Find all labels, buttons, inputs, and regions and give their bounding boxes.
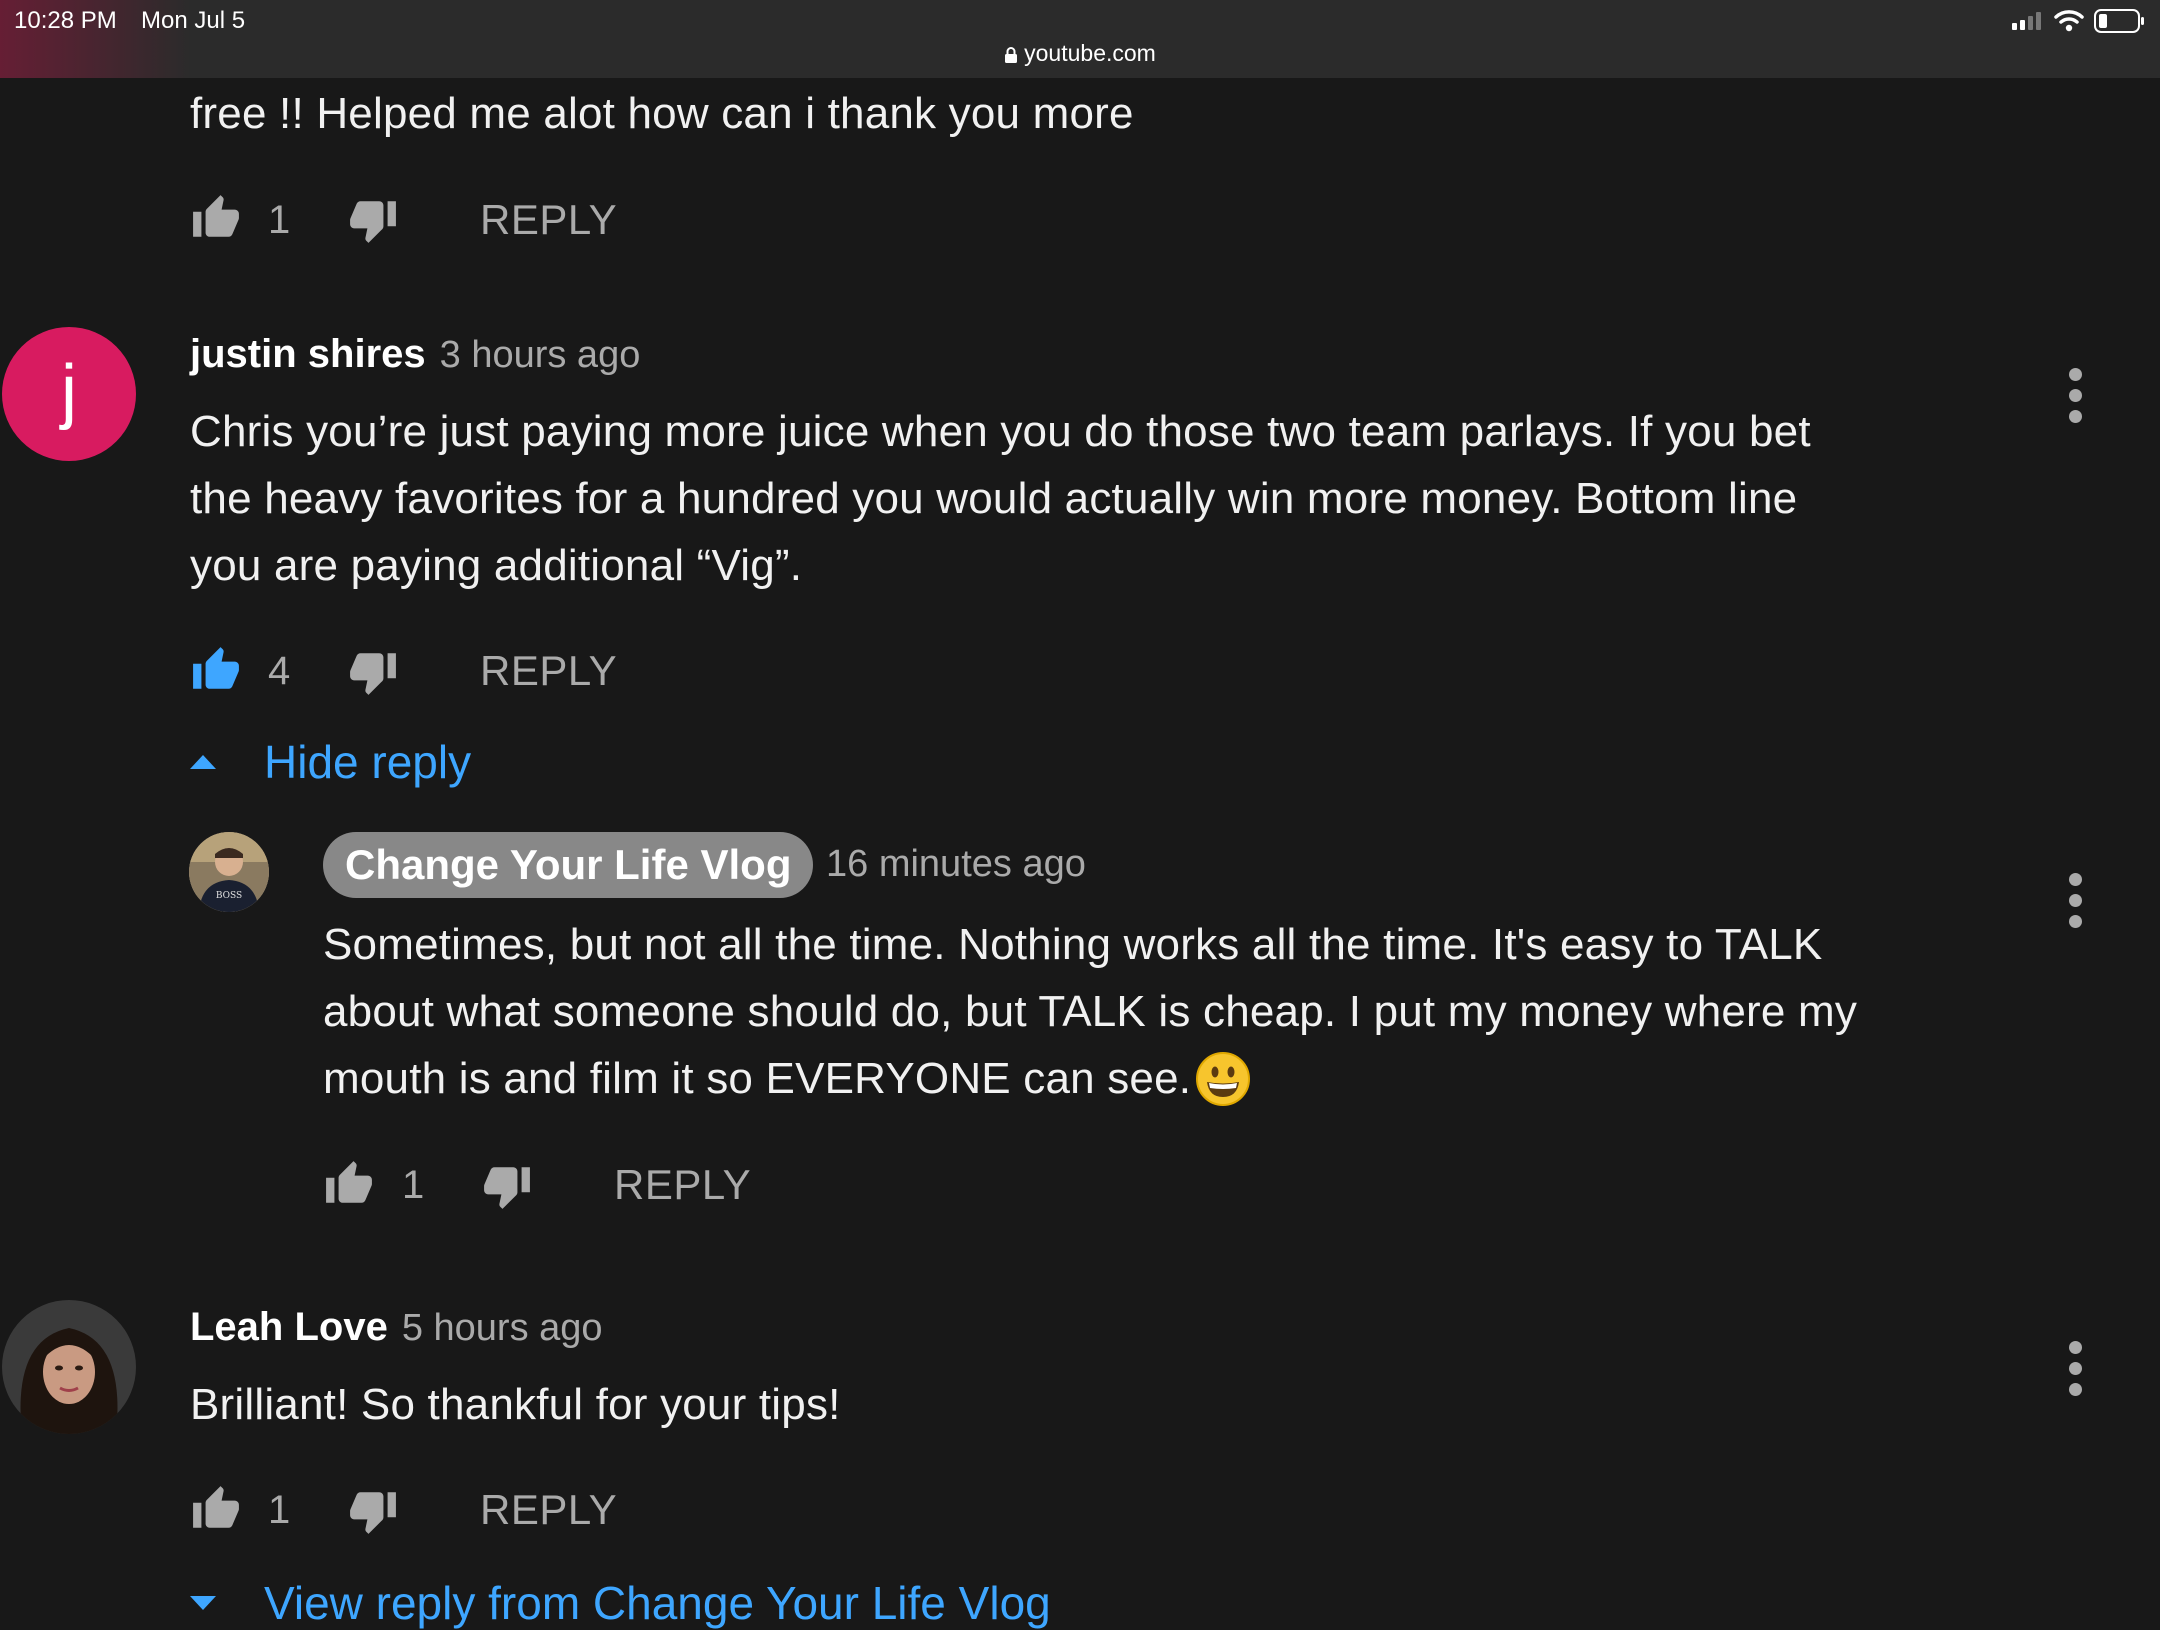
avatar-image (2, 1300, 136, 1434)
hide-reply-label: Hide reply (264, 736, 472, 788)
dot-icon (2069, 1362, 2082, 1375)
like-count: 4 (268, 649, 291, 693)
reply-text-line: Sometimes, but not all the time. Nothing… (323, 920, 1823, 969)
comment-header: justin shires 3 hours ago (190, 332, 640, 377)
more-options-button[interactable] (2069, 873, 2083, 936)
caret-down-icon (190, 1596, 216, 1610)
status-bar: 10:28 PM Mon Jul 5 youtube.com (0, 0, 2160, 78)
url-text: youtube.com (1024, 40, 1156, 66)
wifi-icon (2054, 10, 2084, 32)
comment-author[interactable]: Leah Love (190, 1305, 388, 1350)
like-count: 1 (402, 1163, 425, 1207)
dot-icon (2069, 410, 2082, 423)
svg-text:BOSS: BOSS (216, 891, 242, 901)
dislike-button[interactable] (347, 1486, 399, 1541)
dot-icon (2069, 389, 2082, 402)
status-icons (2012, 9, 2146, 33)
status-time: 10:28 PM (14, 7, 117, 34)
comment-time[interactable]: 3 hours ago (440, 334, 641, 377)
creator-badge[interactable]: Change Your Life Vlog (323, 832, 814, 898)
like-button[interactable] (190, 193, 242, 248)
creator-avatar-image: BOSS (189, 832, 269, 912)
caret-up-icon (190, 755, 216, 769)
dot-icon (2069, 915, 2082, 928)
thumbs-up-icon (326, 1161, 372, 1203)
reply-time[interactable]: 16 minutes ago (826, 843, 1086, 886)
reply-text-line: about what someone should do, but TALK i… (323, 987, 1858, 1036)
thumbs-up-icon (193, 647, 239, 689)
grinning-face-emoji-icon (1196, 1051, 1251, 1106)
view-replies-toggle[interactable]: View reply from Change Your Life Vlog (188, 1576, 1051, 1630)
like-button[interactable] (190, 1484, 242, 1539)
dislike-button[interactable] (481, 1161, 533, 1216)
like-button[interactable] (190, 645, 242, 700)
comment-text-line: you are paying additional “Vig”. (190, 541, 803, 590)
comment-time[interactable]: 5 hours ago (402, 1307, 603, 1350)
comment-author[interactable]: justin shires (190, 332, 426, 377)
comment-text: Chris you’re just paying more juice when… (190, 398, 2040, 599)
hide-replies-toggle[interactable]: Hide reply (188, 735, 471, 789)
thumbs-down-icon (484, 1167, 530, 1209)
status-date: Mon Jul 5 (141, 7, 246, 34)
like-count: 1 (268, 1488, 291, 1532)
dislike-button[interactable] (347, 195, 399, 250)
dot-icon (2069, 368, 2082, 381)
cellular-signal-icon (2012, 12, 2041, 30)
thumbs-down-icon (350, 201, 396, 243)
avatar[interactable] (2, 1300, 136, 1434)
thumbs-down-icon (350, 653, 396, 695)
thumbs-up-icon (193, 195, 239, 237)
thumbs-up-icon (193, 1486, 239, 1528)
avatar[interactable]: j (2, 327, 136, 461)
comment-text-line: Chris you’re just paying more juice when… (190, 407, 1811, 456)
comment-text-line: the heavy favorites for a hundred you wo… (190, 474, 1798, 523)
dot-icon (2069, 1383, 2082, 1396)
battery-icon (2094, 9, 2144, 33)
dislike-button[interactable] (347, 647, 399, 702)
reply-button[interactable]: REPLY (614, 1161, 751, 1209)
reply-text-line: mouth is and film it so EVERYONE can see… (323, 1045, 2043, 1112)
reply-text: Sometimes, but not all the time. Nothing… (323, 911, 2043, 1112)
dot-icon (2069, 873, 2082, 886)
more-options-button[interactable] (2069, 1341, 2083, 1404)
like-count: 1 (268, 198, 291, 242)
reply-text-line-content: mouth is and film it so EVERYONE can see… (323, 1054, 1192, 1103)
reply-button[interactable]: REPLY (480, 196, 617, 244)
reply-button[interactable]: REPLY (480, 647, 617, 695)
address-bar[interactable]: youtube.com (0, 40, 2160, 67)
more-options-button[interactable] (2069, 368, 2083, 431)
dot-icon (2069, 894, 2082, 907)
thumbs-down-icon (350, 1492, 396, 1534)
creator-avatar[interactable]: BOSS (189, 832, 269, 912)
comment-text: free !! Helped me alot how can i thank y… (190, 89, 1134, 138)
reply-button[interactable]: REPLY (480, 1486, 617, 1534)
avatar-letter: j (2, 327, 136, 461)
comment-header: Leah Love 5 hours ago (190, 1305, 603, 1350)
like-button[interactable] (323, 1159, 375, 1214)
dot-icon (2069, 1341, 2082, 1354)
view-reply-label: View reply from Change Your Life Vlog (264, 1577, 1051, 1629)
lock-icon (1005, 46, 1018, 63)
comment-text: Brilliant! So thankful for your tips! (190, 1380, 841, 1429)
